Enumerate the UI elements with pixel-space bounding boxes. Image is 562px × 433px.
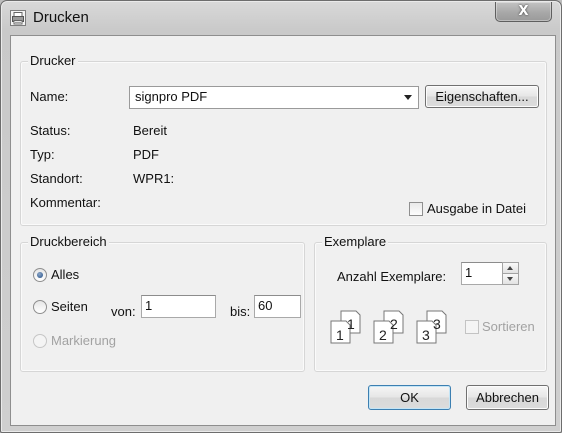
all-pages-label[interactable]: Alles [51, 267, 79, 282]
type-label: Typ: [30, 147, 55, 162]
copy-count-label: Anzahl Exemplare: [337, 269, 447, 284]
printer-group: Drucker Name: signpro PDF Eigenschaften.… [20, 53, 547, 226]
selection-radio[interactable] [33, 334, 47, 348]
page-front-number-2: 2 [379, 327, 387, 343]
status-value: Bereit [133, 123, 167, 138]
title-bar[interactable]: Drucken X [1, 1, 561, 35]
collate-pages-icon: 1 1 2 2 3 3 [330, 310, 447, 344]
page-back-number-1: 1 [347, 316, 355, 332]
window-title: Drucken [33, 9, 89, 26]
printer-name-value: signpro PDF [135, 89, 208, 104]
page-back-number-2: 2 [390, 316, 398, 332]
page-range-label[interactable]: Seiten [51, 299, 88, 314]
print-to-file-checkbox[interactable] [409, 202, 423, 216]
page-front-number-1: 1 [336, 327, 344, 343]
close-icon: X [518, 4, 529, 19]
copies-group: Exemplare Anzahl Exemplare: 1 1 1 2 2 3 … [314, 234, 547, 372]
chevron-down-icon [404, 95, 412, 100]
dialog-body: Drucker Name: signpro PDF Eigenschaften.… [10, 35, 556, 426]
print-to-file-label[interactable]: Ausgabe in Datei [427, 201, 526, 216]
to-label: bis: [230, 304, 251, 319]
all-pages-radio[interactable] [33, 268, 47, 282]
page-range-radio[interactable] [33, 300, 47, 314]
type-value: PDF [133, 147, 159, 162]
location-label: Standort: [30, 171, 83, 186]
copy-count-input[interactable]: 1 [461, 262, 506, 285]
from-page-input[interactable]: 1 [141, 295, 216, 318]
selection-label: Markierung [51, 333, 117, 348]
properties-button[interactable]: Eigenschaften... [425, 85, 539, 108]
print-dialog: Drucken X Drucker Name: signpro PDF Eige… [0, 0, 562, 433]
page-front-number-3: 3 [422, 327, 430, 343]
from-label: von: [111, 304, 136, 319]
spin-up-icon[interactable] [503, 263, 518, 274]
printer-group-title: Drucker [28, 53, 78, 68]
printer-name-select[interactable]: signpro PDF [129, 86, 419, 109]
to-page-input[interactable]: 60 [254, 295, 301, 318]
collate-checkbox[interactable] [465, 320, 479, 334]
from-page-value: 1 [145, 298, 153, 313]
copy-count-value: 1 [465, 265, 473, 280]
to-page-value: 60 [258, 298, 273, 313]
printer-name-label: Name: [30, 89, 69, 104]
comment-label: Kommentar: [30, 195, 101, 210]
copy-count-spinner[interactable] [502, 262, 519, 285]
ok-button[interactable]: OK [368, 385, 451, 410]
copies-title: Exemplare [322, 234, 389, 249]
page-back-number-3: 3 [433, 316, 441, 332]
spin-down-icon[interactable] [503, 274, 518, 284]
collate-label: Sortieren [482, 319, 535, 334]
print-range-group: Druckbereich Alles Seiten von: 1 bis: 60… [20, 234, 305, 372]
status-label: Status: [30, 123, 71, 138]
print-range-title: Druckbereich [28, 234, 109, 249]
location-value: WPR1: [133, 171, 175, 186]
close-button[interactable]: X [495, 2, 552, 22]
cancel-button[interactable]: Abbrechen [466, 385, 549, 410]
printer-icon [10, 10, 26, 26]
